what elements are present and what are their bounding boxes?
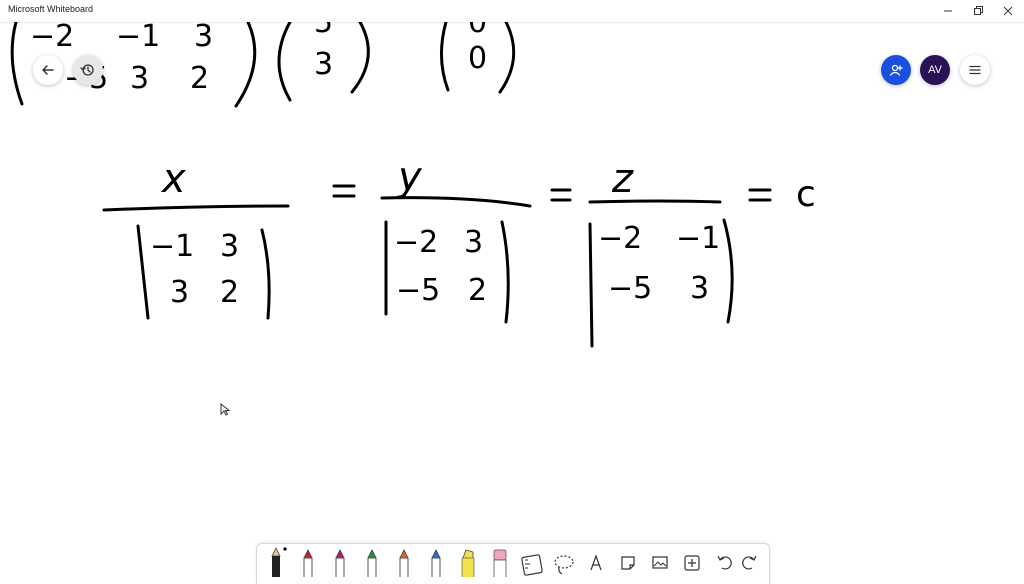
det-z-r2c2: 3: [690, 271, 709, 306]
det-z-r1c2: −1: [676, 221, 720, 256]
insert-icon: [684, 555, 700, 571]
pen-magenta-tool[interactable]: [325, 544, 355, 577]
numerator-z: z: [611, 156, 634, 202]
highlighter-icon: [461, 549, 475, 577]
note-tool[interactable]: [613, 544, 643, 577]
zero-vector-r2: 0: [468, 41, 487, 76]
note-icon: [621, 556, 635, 570]
top-matrix-r1c1: −2: [30, 22, 74, 54]
det-x-r2c1: 3: [170, 275, 189, 310]
menu-button[interactable]: [960, 55, 990, 85]
numerator-y: y: [397, 154, 423, 200]
det-y-r1c1: −2: [394, 225, 438, 260]
back-icon: [41, 65, 54, 75]
close-button[interactable]: [992, 0, 1024, 22]
history-button[interactable]: [73, 55, 103, 85]
pencil-tool[interactable]: [261, 544, 291, 577]
pen-blue-tool[interactable]: [421, 544, 451, 577]
det-y-r2c1: −5: [396, 273, 440, 308]
pen-green-tool[interactable]: [357, 544, 387, 577]
pen-orange-icon: [399, 549, 409, 577]
zero-vector-r1: 0: [468, 22, 487, 40]
numerator-x: x: [160, 156, 186, 202]
text-tool[interactable]: [581, 544, 611, 577]
pen-red-icon: [303, 549, 313, 577]
det-z-r1c1: −2: [598, 221, 642, 256]
top-matrix-r2c2: 3: [130, 61, 149, 96]
image-icon: [652, 556, 668, 569]
redo-button[interactable]: [735, 544, 765, 577]
redo-icon: [742, 555, 757, 570]
pen-green-icon: [367, 549, 377, 577]
avatar-initials: AV: [928, 64, 942, 76]
pen-blue-icon: [431, 549, 441, 577]
ruler-tool[interactable]: [517, 544, 547, 577]
lasso-tool[interactable]: [549, 544, 579, 577]
top-matrix-r1c3: 3: [194, 22, 213, 54]
det-x-r1c1: −1: [150, 229, 194, 264]
insert-tool[interactable]: [677, 544, 707, 577]
restore-icon: [974, 6, 983, 15]
highlighter-tool[interactable]: [453, 544, 483, 577]
ink-text-layer: −2 −1 3 −5 3 2 5 3 0 0 x y z −1 3 3 2 −2…: [30, 22, 816, 310]
pen-orange-tool[interactable]: [389, 544, 419, 577]
title-bar: Microsoft Whiteboard: [0, 0, 1024, 23]
det-y-r1c2: 3: [464, 225, 483, 260]
restore-button[interactable]: [962, 0, 994, 22]
invite-icon: [889, 64, 903, 76]
bottom-toolbar: [256, 543, 770, 584]
trailing-constant: c: [796, 174, 816, 215]
det-z-r2c1: −5: [608, 271, 652, 306]
whiteboard-canvas[interactable]: −2 −1 3 −5 3 2 5 3 0 0 x y z −1 3 3 2 −2…: [0, 22, 1024, 576]
back-button[interactable]: [33, 55, 63, 85]
top-vector-r1: 5: [314, 22, 333, 40]
eraser-icon: [493, 549, 507, 577]
eraser-tool[interactable]: [485, 544, 515, 577]
pencil-icon: [271, 547, 287, 577]
image-tool[interactable]: [645, 544, 675, 577]
avatar[interactable]: AV: [920, 55, 950, 85]
top-vector-r2: 3: [314, 47, 333, 82]
mouse-cursor-icon: [220, 403, 230, 416]
top-matrix-r1c2: −1: [116, 22, 160, 54]
det-y-r2c2: 2: [468, 273, 487, 308]
pen-red-tool[interactable]: [293, 544, 323, 577]
history-icon: [80, 64, 94, 76]
top-matrix-r2c3: 2: [190, 61, 209, 96]
window-title: Microsoft Whiteboard: [8, 4, 94, 14]
lasso-icon: [554, 555, 574, 575]
minimize-button[interactable]: [932, 0, 964, 22]
det-x-r1c2: 3: [220, 229, 239, 264]
ruler-icon: [521, 554, 543, 576]
det-x-r2c2: 2: [220, 275, 239, 310]
close-icon: [1003, 6, 1013, 16]
menu-icon: [969, 65, 981, 75]
pen-magenta-icon: [335, 549, 345, 577]
minimize-icon: [944, 10, 952, 12]
text-icon: [590, 554, 602, 571]
invite-button[interactable]: [881, 55, 911, 85]
